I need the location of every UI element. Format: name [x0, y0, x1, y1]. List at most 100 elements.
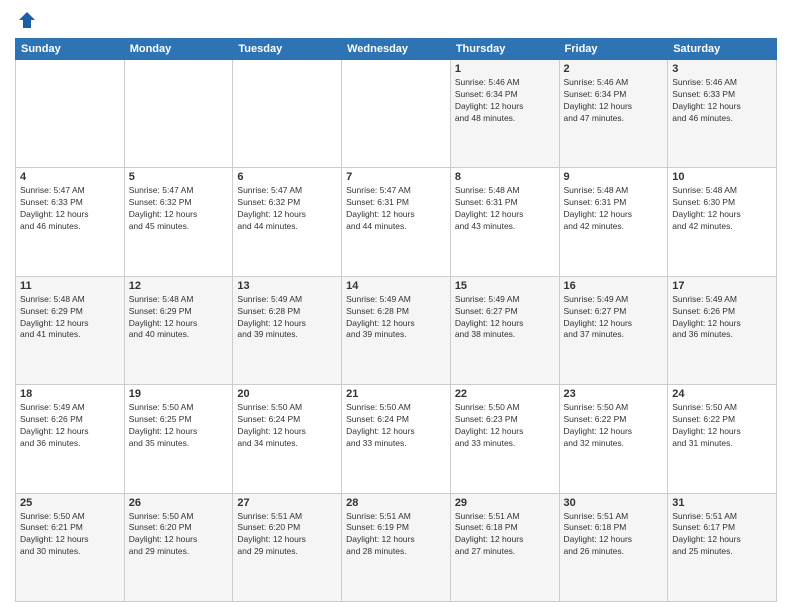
header [15, 10, 777, 30]
week-row-3: 11 Sunrise: 5:48 AM Sunset: 6:29 PM Dayli… [16, 276, 777, 384]
day-info: Sunrise: 5:47 AM Sunset: 6:32 PM Dayligh… [237, 185, 337, 233]
day-info: Sunrise: 5:51 AM Sunset: 6:18 PM Dayligh… [455, 511, 555, 559]
calendar-cell: 28Sunrise: 5:51 AM Sunset: 6:19 PM Dayli… [342, 493, 451, 601]
calendar-cell: 2 Sunrise: 5:46 AM Sunset: 6:34 PM Daylig… [559, 60, 668, 168]
day-number: 11 [20, 280, 120, 292]
day-info: Sunrise: 5:50 AM Sunset: 6:24 PM Dayligh… [237, 402, 337, 450]
day-info: Sunrise: 5:50 AM Sunset: 6:20 PM Dayligh… [129, 511, 229, 559]
calendar-cell [16, 60, 125, 168]
day-number: 1 [455, 63, 555, 75]
calendar-cell: 30 Sunrise: 5:51 AM Sunset: 6:18 PM Dayli… [559, 493, 668, 601]
day-number: 13 [237, 280, 337, 292]
week-row-1: 1 Sunrise: 5:46 AM Sunset: 6:34 PM Daylig… [16, 60, 777, 168]
day-header-friday: Friday [559, 39, 668, 60]
calendar-cell [342, 60, 451, 168]
day-number: 2 [564, 63, 664, 75]
day-info: Sunrise: 5:50 AM Sunset: 6:21 PM Dayligh… [20, 511, 120, 559]
day-number: 12 [129, 280, 229, 292]
day-number: 8 [455, 171, 555, 183]
logo-icon [17, 10, 37, 30]
calendar-cell: 19 Sunrise: 5:50 AM Sunset: 6:25 PM Dayli… [124, 385, 233, 493]
day-number: 5 [129, 171, 229, 183]
day-number: 16 [564, 280, 664, 292]
day-info: Sunrise: 5:49 AM Sunset: 6:26 PM Dayligh… [672, 294, 772, 342]
calendar-cell: 25Sunrise: 5:50 AM Sunset: 6:21 PM Dayli… [16, 493, 125, 601]
day-number: 7 [346, 171, 446, 183]
calendar-table: SundayMondayTuesdayWednesdayThursdayFrid… [15, 38, 777, 602]
calendar-cell: 9Sunrise: 5:48 AM Sunset: 6:31 PM Daylig… [559, 168, 668, 276]
day-info: Sunrise: 5:48 AM Sunset: 6:31 PM Dayligh… [564, 185, 664, 233]
day-number: 10 [672, 171, 772, 183]
day-info: Sunrise: 5:47 AM Sunset: 6:31 PM Dayligh… [346, 185, 446, 233]
day-number: 26 [129, 497, 229, 509]
day-number: 17 [672, 280, 772, 292]
day-number: 31 [672, 497, 772, 509]
day-header-thursday: Thursday [450, 39, 559, 60]
calendar-cell: 21Sunrise: 5:50 AM Sunset: 6:24 PM Dayli… [342, 385, 451, 493]
day-info: Sunrise: 5:50 AM Sunset: 6:25 PM Dayligh… [129, 402, 229, 450]
calendar-cell: 8 Sunrise: 5:48 AM Sunset: 6:31 PM Daylig… [450, 168, 559, 276]
day-info: Sunrise: 5:48 AM Sunset: 6:29 PM Dayligh… [20, 294, 120, 342]
day-info: Sunrise: 5:48 AM Sunset: 6:30 PM Dayligh… [672, 185, 772, 233]
day-info: Sunrise: 5:51 AM Sunset: 6:18 PM Dayligh… [564, 511, 664, 559]
calendar-cell [233, 60, 342, 168]
day-info: Sunrise: 5:46 AM Sunset: 6:34 PM Dayligh… [564, 77, 664, 125]
day-info: Sunrise: 5:51 AM Sunset: 6:17 PM Dayligh… [672, 511, 772, 559]
calendar-cell: 6Sunrise: 5:47 AM Sunset: 6:32 PM Daylig… [233, 168, 342, 276]
calendar-cell: 12 Sunrise: 5:48 AM Sunset: 6:29 PM Dayli… [124, 276, 233, 384]
logo-text [15, 10, 37, 30]
day-info: Sunrise: 5:49 AM Sunset: 6:26 PM Dayligh… [20, 402, 120, 450]
day-number: 27 [237, 497, 337, 509]
calendar-cell: 10 Sunrise: 5:48 AM Sunset: 6:30 PM Dayli… [668, 168, 777, 276]
day-number: 30 [564, 497, 664, 509]
day-number: 28 [346, 497, 446, 509]
calendar-cell: 14 Sunrise: 5:49 AM Sunset: 6:28 PM Dayli… [342, 276, 451, 384]
day-number: 14 [346, 280, 446, 292]
calendar-cell: 27 Sunrise: 5:51 AM Sunset: 6:20 PM Dayli… [233, 493, 342, 601]
day-info: Sunrise: 5:49 AM Sunset: 6:27 PM Dayligh… [564, 294, 664, 342]
week-row-4: 18 Sunrise: 5:49 AM Sunset: 6:26 PM Dayli… [16, 385, 777, 493]
day-header-monday: Monday [124, 39, 233, 60]
calendar-cell: 16 Sunrise: 5:49 AM Sunset: 6:27 PM Dayli… [559, 276, 668, 384]
week-row-2: 4 Sunrise: 5:47 AM Sunset: 6:33 PM Daylig… [16, 168, 777, 276]
day-number: 21 [346, 388, 446, 400]
logo [15, 10, 37, 30]
day-number: 29 [455, 497, 555, 509]
day-number: 23 [564, 388, 664, 400]
day-info: Sunrise: 5:47 AM Sunset: 6:32 PM Dayligh… [129, 185, 229, 233]
day-header-saturday: Saturday [668, 39, 777, 60]
day-info: Sunrise: 5:49 AM Sunset: 6:27 PM Dayligh… [455, 294, 555, 342]
day-number: 19 [129, 388, 229, 400]
calendar-cell: 11 Sunrise: 5:48 AM Sunset: 6:29 PM Dayli… [16, 276, 125, 384]
day-number: 15 [455, 280, 555, 292]
calendar-cell: 5 Sunrise: 5:47 AM Sunset: 6:32 PM Daylig… [124, 168, 233, 276]
day-info: Sunrise: 5:48 AM Sunset: 6:29 PM Dayligh… [129, 294, 229, 342]
day-number: 20 [237, 388, 337, 400]
calendar-cell: 13 Sunrise: 5:49 AM Sunset: 6:28 PM Dayli… [233, 276, 342, 384]
day-info: Sunrise: 5:50 AM Sunset: 6:22 PM Dayligh… [672, 402, 772, 450]
day-number: 22 [455, 388, 555, 400]
week-row-5: 25Sunrise: 5:50 AM Sunset: 6:21 PM Dayli… [16, 493, 777, 601]
day-number: 18 [20, 388, 120, 400]
day-header-sunday: Sunday [16, 39, 125, 60]
day-header-wednesday: Wednesday [342, 39, 451, 60]
day-info: Sunrise: 5:50 AM Sunset: 6:22 PM Dayligh… [564, 402, 664, 450]
calendar-cell: 24Sunrise: 5:50 AM Sunset: 6:22 PM Dayli… [668, 385, 777, 493]
day-info: Sunrise: 5:51 AM Sunset: 6:20 PM Dayligh… [237, 511, 337, 559]
page: SundayMondayTuesdayWednesdayThursdayFrid… [0, 0, 792, 612]
calendar-cell: 7 Sunrise: 5:47 AM Sunset: 6:31 PM Daylig… [342, 168, 451, 276]
day-info: Sunrise: 5:47 AM Sunset: 6:33 PM Dayligh… [20, 185, 120, 233]
day-info: Sunrise: 5:46 AM Sunset: 6:34 PM Dayligh… [455, 77, 555, 125]
calendar-cell: 29 Sunrise: 5:51 AM Sunset: 6:18 PM Dayli… [450, 493, 559, 601]
day-info: Sunrise: 5:49 AM Sunset: 6:28 PM Dayligh… [237, 294, 337, 342]
calendar-cell: 18 Sunrise: 5:49 AM Sunset: 6:26 PM Dayli… [16, 385, 125, 493]
calendar-cell: 3Sunrise: 5:46 AM Sunset: 6:33 PM Daylig… [668, 60, 777, 168]
day-number: 4 [20, 171, 120, 183]
day-info: Sunrise: 5:49 AM Sunset: 6:28 PM Dayligh… [346, 294, 446, 342]
calendar-cell: 1 Sunrise: 5:46 AM Sunset: 6:34 PM Daylig… [450, 60, 559, 168]
day-info: Sunrise: 5:48 AM Sunset: 6:31 PM Dayligh… [455, 185, 555, 233]
day-info: Sunrise: 5:46 AM Sunset: 6:33 PM Dayligh… [672, 77, 772, 125]
header-row: SundayMondayTuesdayWednesdayThursdayFrid… [16, 39, 777, 60]
calendar-cell: 26 Sunrise: 5:50 AM Sunset: 6:20 PM Dayli… [124, 493, 233, 601]
calendar-cell: 4 Sunrise: 5:47 AM Sunset: 6:33 PM Daylig… [16, 168, 125, 276]
